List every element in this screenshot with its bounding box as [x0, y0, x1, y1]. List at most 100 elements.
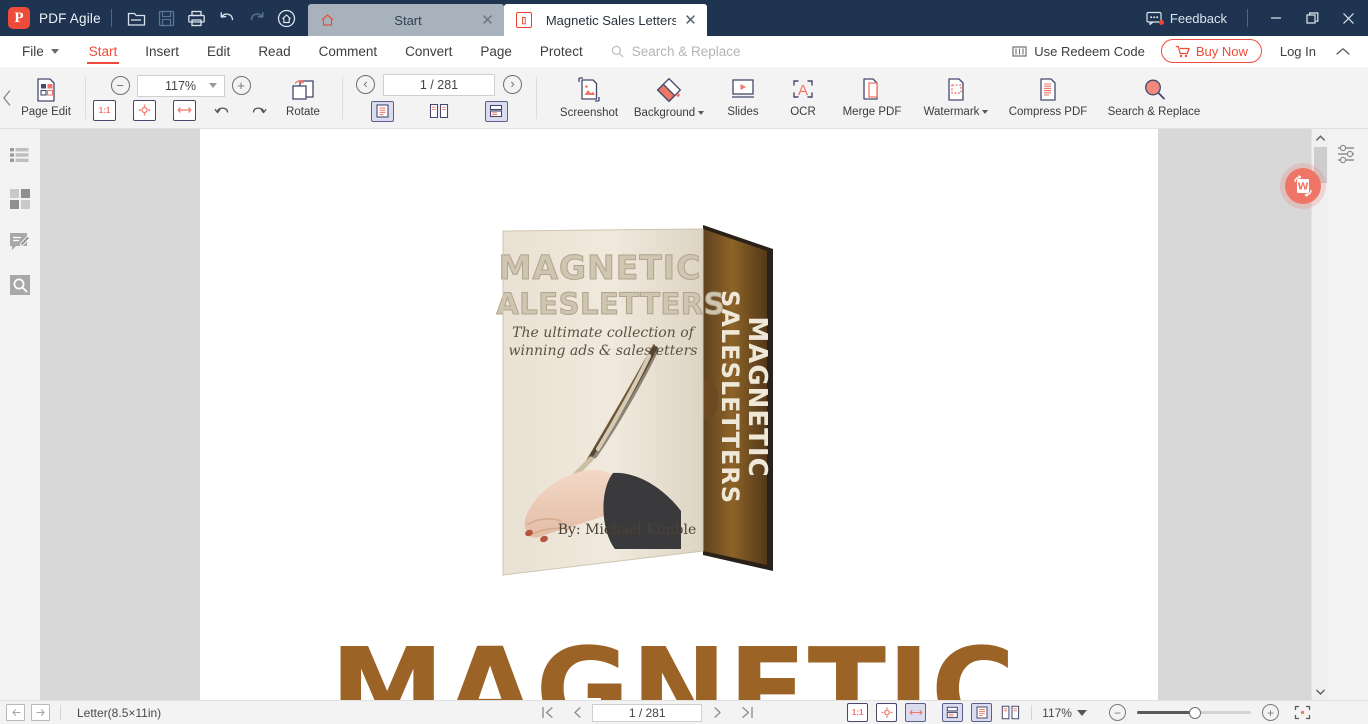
tab-active-close-icon[interactable]: ✕	[684, 13, 697, 28]
single-page-view-icon[interactable]	[370, 100, 394, 122]
fit-width-icon[interactable]	[173, 99, 196, 121]
tab-magnetic-sales-letters[interactable]: ▯ Magnetic Sales Letters.pdf ✕	[503, 4, 707, 36]
comment-edit-icon	[10, 232, 31, 250]
last-page-button[interactable]	[732, 701, 762, 724]
search-replace-button[interactable]: Search & Replace	[1096, 69, 1212, 127]
next-page-button[interactable]	[702, 701, 732, 724]
zoom-in-button[interactable]: +	[231, 76, 251, 95]
menu-item-page[interactable]: Page	[466, 36, 526, 67]
window-minimize-button[interactable]	[1258, 0, 1294, 36]
previous-page-button[interactable]: ‹	[356, 75, 375, 94]
zoom-out-button[interactable]: −	[110, 76, 130, 95]
menu-item-edit[interactable]: Edit	[193, 36, 244, 67]
menu-item-file[interactable]: File	[0, 36, 75, 67]
scroll-up-arrow-icon[interactable]	[1312, 129, 1329, 146]
pdf-to-word-button[interactable]: W	[1285, 168, 1321, 204]
menu-item-start[interactable]: Start	[75, 36, 132, 67]
search-replace-box[interactable]: Search & Replace	[611, 44, 741, 59]
menu-item-insert[interactable]: Insert	[131, 36, 193, 67]
status-previous-page-button[interactable]	[6, 704, 25, 721]
document-viewport[interactable]: MAGNETIC SALESLETTERS MAGNETIC SALESLETT…	[40, 129, 1328, 700]
chevron-down-icon[interactable]	[982, 110, 989, 114]
page-number-input[interactable]: 1 / 281	[383, 73, 495, 96]
save-icon[interactable]	[152, 0, 182, 36]
log-in-button[interactable]: Log In	[1266, 44, 1330, 59]
zoom-slider[interactable]	[1136, 704, 1251, 721]
single-page-view-icon[interactable]	[971, 703, 993, 722]
actual-size-icon[interactable]: 1:1	[847, 703, 869, 722]
properties-sliders-icon[interactable]	[1335, 141, 1361, 167]
continuous-scroll-icon[interactable]	[484, 100, 508, 122]
status-zoom-out-button[interactable]: −	[1108, 704, 1126, 721]
use-redeem-code-button[interactable]: Use Redeem Code	[1000, 44, 1157, 59]
background-button[interactable]: Background	[626, 69, 712, 127]
slider-handle[interactable]	[1188, 706, 1201, 719]
menu-item-convert[interactable]: Convert	[391, 36, 466, 67]
status-page-input[interactable]: 1 / 281	[592, 703, 703, 722]
page-edit-label: Page Edit	[21, 106, 71, 118]
zoom-level-input[interactable]: 117%	[136, 74, 225, 97]
rotate-left-icon[interactable]	[213, 102, 232, 119]
status-zoom-in-button[interactable]: +	[1261, 704, 1279, 721]
pdf-file-icon: ▯	[515, 12, 532, 28]
window-close-button[interactable]	[1330, 0, 1366, 36]
sidebar-item-bookmarks[interactable]	[7, 143, 33, 169]
screenshot-icon	[578, 77, 600, 102]
collapse-ribbon-button[interactable]	[1330, 47, 1356, 56]
rotate-right-icon[interactable]	[249, 102, 268, 119]
two-page-view-icon[interactable]	[1000, 703, 1021, 722]
rotate-button[interactable]: Rotate	[274, 69, 332, 127]
sidebar-item-comments[interactable]	[7, 229, 33, 255]
fit-width-icon[interactable]	[905, 703, 927, 722]
chevron-down-icon[interactable]	[208, 83, 217, 88]
slides-button[interactable]: Slides	[712, 69, 774, 127]
merge-pdf-button[interactable]: Merge PDF	[832, 69, 912, 127]
redo-icon[interactable]	[242, 0, 272, 36]
feedback-button[interactable]: Feedback	[1136, 11, 1237, 26]
fit-page-icon[interactable]	[876, 703, 898, 722]
divider	[85, 76, 86, 119]
sidebar-item-thumbnails[interactable]	[7, 186, 33, 212]
title-bar-left: P PDF Agile	[0, 0, 302, 36]
screenshot-button[interactable]: Screenshot	[552, 69, 626, 127]
window-maximize-button[interactable]	[1294, 0, 1330, 36]
page-edit-button[interactable]: Page Edit	[14, 69, 78, 127]
compress-pdf-button[interactable]: Compress PDF	[1000, 69, 1096, 127]
rotate-icon	[292, 79, 314, 100]
slides-label: Slides	[727, 106, 759, 118]
first-page-button[interactable]	[532, 701, 562, 724]
status-zoom-dropdown[interactable]: 117%	[1042, 706, 1087, 720]
tab-active-label: Magnetic Sales Letters.pdf	[545, 12, 677, 28]
actual-size-icon[interactable]: 1:1	[93, 99, 116, 121]
home-circle-icon[interactable]	[272, 0, 302, 36]
watermark-button[interactable]: Watermark	[912, 69, 1000, 127]
menu-item-protect[interactable]: Protect	[526, 36, 597, 67]
tab-start[interactable]: Start ✕	[307, 4, 504, 36]
ocr-button[interactable]: A OCR	[774, 69, 832, 127]
scroll-down-arrow-icon[interactable]	[1312, 683, 1329, 700]
print-icon[interactable]	[182, 0, 212, 36]
two-page-view-icon[interactable]	[428, 101, 451, 122]
watermark-label-wrap: Watermark	[924, 106, 989, 118]
next-page-button[interactable]: ›	[503, 75, 522, 94]
chevron-down-icon[interactable]	[698, 111, 705, 115]
open-file-icon[interactable]	[122, 0, 152, 36]
tab-start-close-icon[interactable]: ✕	[481, 13, 494, 28]
status-next-page-button[interactable]	[31, 704, 50, 721]
fullscreen-icon[interactable]	[1294, 705, 1311, 720]
ribbon-collapse-left-icon[interactable]	[0, 67, 14, 129]
continuous-scroll-icon[interactable]	[942, 703, 964, 722]
sidebar-item-search[interactable]	[7, 272, 33, 298]
menu-item-read[interactable]: Read	[244, 36, 304, 67]
document-vertical-scrollbar[interactable]	[1311, 129, 1328, 700]
fit-page-icon[interactable]	[133, 99, 156, 121]
compress-pdf-icon	[1040, 78, 1056, 101]
previous-page-button[interactable]	[562, 701, 592, 724]
undo-icon[interactable]	[212, 0, 242, 36]
svg-text:The ultimate collection of: The ultimate collection of	[512, 325, 696, 341]
menu-item-protect-label: Protect	[539, 43, 583, 59]
menu-item-comment[interactable]: Comment	[305, 36, 392, 67]
page-edit-icon	[37, 78, 55, 102]
buy-now-button[interactable]: Buy Now	[1160, 39, 1262, 63]
search-replace-label: Search & Replace	[1107, 106, 1201, 118]
